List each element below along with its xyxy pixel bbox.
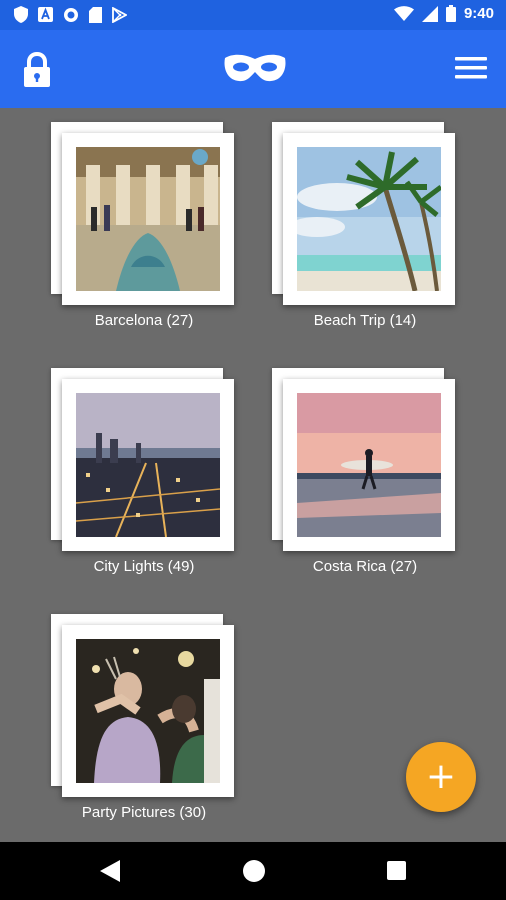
album-thumbnail <box>76 147 220 291</box>
a-icon <box>38 7 53 22</box>
signal-icon <box>421 5 438 22</box>
play-store-icon <box>112 6 127 23</box>
app-logo <box>223 52 287 84</box>
menu-button[interactable] <box>454 54 488 82</box>
lock-icon <box>24 51 50 87</box>
circle-icon <box>64 7 78 22</box>
back-icon <box>100 860 120 882</box>
album-thumbnail-frame <box>283 133 455 305</box>
add-album-button[interactable]: + <box>406 742 476 812</box>
album-thumbnail-frame <box>62 133 234 305</box>
album-thumbnail <box>76 393 220 537</box>
album-thumbnail <box>297 393 441 537</box>
plus-icon: + <box>425 756 457 797</box>
album-label: City Lights (49) <box>93 558 195 575</box>
album-thumbnail-frame <box>62 625 234 797</box>
shield-icon <box>14 6 28 23</box>
app-bar <box>0 30 506 108</box>
album-card[interactable]: Barcelona (27) <box>51 122 237 332</box>
album-label: Barcelona (27) <box>94 312 194 329</box>
album-card[interactable]: Party Pictures (30) <box>51 614 237 824</box>
album-card[interactable]: Costa Rica (27) <box>272 368 458 578</box>
album-thumbnail <box>297 147 441 291</box>
lock-button[interactable] <box>22 51 52 88</box>
status-bar: 9:40 <box>0 0 506 30</box>
album-label: Beach Trip (14) <box>313 312 417 329</box>
system-nav-bar <box>0 842 506 900</box>
wifi-icon <box>393 5 414 21</box>
menu-icon <box>455 57 487 79</box>
album-label: Party Pictures (30) <box>81 804 207 821</box>
nav-home-button[interactable] <box>243 860 265 882</box>
album-thumbnail-frame <box>283 379 455 551</box>
album-card[interactable]: Beach Trip (14) <box>272 122 458 332</box>
nav-back-button[interactable] <box>100 860 120 887</box>
mask-icon <box>224 54 286 82</box>
album-grid: Barcelona (27) Beach Trip (14) City Ligh… <box>0 108 506 842</box>
nav-recents-button[interactable] <box>387 861 406 880</box>
status-notifications <box>14 6 127 23</box>
album-card[interactable]: City Lights (49) <box>51 368 237 578</box>
album-thumbnail <box>76 639 220 783</box>
album-label: Costa Rica (27) <box>312 558 418 575</box>
status-time: 9:40 <box>463 5 494 22</box>
status-system: 9:40 <box>393 5 494 22</box>
album-thumbnail-frame <box>62 379 234 551</box>
battery-icon <box>445 5 456 22</box>
sd-card-icon <box>89 6 102 23</box>
